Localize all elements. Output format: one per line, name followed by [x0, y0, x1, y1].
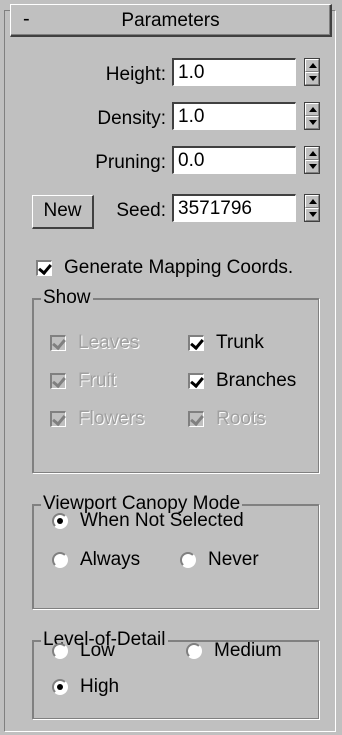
lod-low-row[interactable]: Low	[52, 640, 115, 662]
show-flowers-row: Flowers	[50, 408, 145, 430]
height-label: Height:	[105, 64, 166, 85]
flowers-checkbox	[50, 411, 66, 427]
high-radio[interactable]	[52, 679, 68, 695]
show-trunk-row[interactable]: Trunk	[188, 332, 264, 354]
medium-radio[interactable]	[186, 643, 202, 659]
always-radio[interactable]	[52, 552, 68, 568]
height-input[interactable]: 1.0	[172, 58, 296, 86]
density-input[interactable]: 1.0	[172, 102, 296, 130]
always-label: Always	[80, 549, 141, 570]
canopy-always-row[interactable]: Always	[52, 549, 140, 571]
spinner-down-icon[interactable]	[305, 116, 319, 129]
pruning-input[interactable]: 0.0	[172, 146, 296, 174]
parameters-rollout-header[interactable]: - Parameters	[10, 4, 332, 37]
high-label: High	[80, 676, 120, 697]
seed-spinner[interactable]	[304, 194, 320, 222]
seed-label: Seed:	[116, 200, 166, 221]
low-label: Low	[80, 640, 115, 661]
spinner-down-icon[interactable]	[305, 208, 319, 221]
show-leaves-row: Leaves	[50, 332, 139, 354]
trunk-label: Trunk	[216, 332, 264, 353]
spinner-up-icon[interactable]	[305, 103, 319, 116]
medium-label: Medium	[214, 640, 282, 661]
density-label: Density:	[97, 108, 166, 129]
show-branches-row[interactable]: Branches	[188, 370, 296, 392]
roots-checkbox	[188, 411, 204, 427]
canopy-never-row[interactable]: Never	[180, 549, 259, 571]
leaves-label: Leaves	[78, 332, 140, 353]
show-roots-row: Roots	[188, 408, 266, 430]
flowers-label: Flowers	[78, 408, 145, 429]
leaves-checkbox	[50, 335, 66, 351]
never-radio[interactable]	[180, 552, 196, 568]
when-not-selected-radio[interactable]	[52, 513, 68, 529]
show-group-title: Show	[41, 287, 93, 309]
density-spinner[interactable]	[304, 102, 320, 130]
canopy-when-not-selected-row[interactable]: When Not Selected	[52, 510, 244, 532]
spinner-up-icon[interactable]	[305, 147, 319, 160]
roots-label: Roots	[216, 408, 266, 429]
generate-mapping-coords-label: Generate Mapping Coords.	[64, 257, 294, 278]
trunk-checkbox[interactable]	[188, 335, 204, 351]
lod-high-row[interactable]: High	[52, 676, 119, 698]
show-fruit-row: Fruit	[50, 370, 116, 392]
fruit-checkbox	[50, 373, 66, 389]
spinner-down-icon[interactable]	[305, 72, 319, 85]
spinner-up-icon[interactable]	[305, 59, 319, 72]
lod-medium-row[interactable]: Medium	[186, 640, 282, 662]
generate-mapping-coords-checkbox[interactable]	[36, 260, 52, 276]
generate-mapping-coords-row[interactable]: Generate Mapping Coords.	[36, 257, 293, 279]
low-radio[interactable]	[52, 643, 68, 659]
spinner-up-icon[interactable]	[305, 195, 319, 208]
branches-label: Branches	[216, 370, 297, 391]
seed-input[interactable]: 3571796	[172, 194, 296, 222]
pruning-label: Pruning:	[95, 152, 166, 173]
branches-checkbox[interactable]	[188, 373, 204, 389]
spinner-down-icon[interactable]	[305, 160, 319, 173]
rollout-title: Parameters	[121, 10, 220, 31]
height-spinner[interactable]	[304, 58, 320, 86]
pruning-spinner[interactable]	[304, 146, 320, 174]
fruit-label: Fruit	[78, 370, 116, 391]
never-label: Never	[208, 549, 259, 570]
when-not-selected-label: When Not Selected	[80, 510, 244, 531]
